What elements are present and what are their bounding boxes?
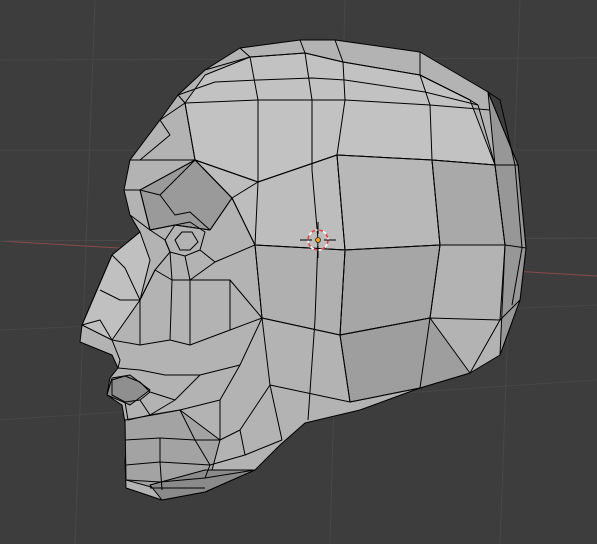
back-face: [431, 159, 506, 246]
temple-face: [336, 154, 441, 251]
head-mesh[interactable]: [79, 39, 527, 501]
viewport-canvas[interactable]: [0, 0, 597, 544]
3d-viewport[interactable]: [0, 0, 597, 544]
object-origin-icon[interactable]: [315, 237, 321, 243]
